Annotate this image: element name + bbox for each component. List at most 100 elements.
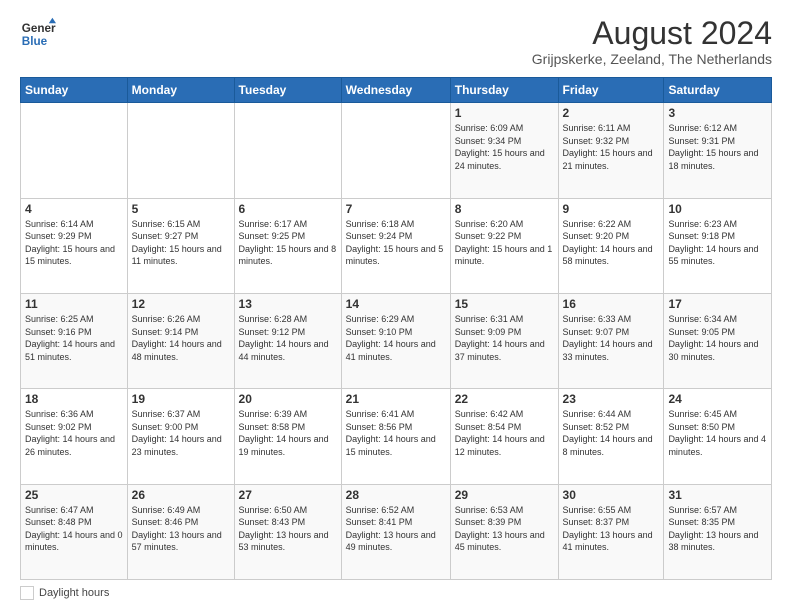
cell-day-number: 9 bbox=[563, 202, 660, 216]
calendar-cell: 11 Sunrise: 6:25 AMSunset: 9:16 PMDayligh… bbox=[21, 293, 128, 388]
cell-info-text: Sunrise: 6:47 AMSunset: 8:48 PMDaylight:… bbox=[25, 504, 123, 554]
cell-day-number: 15 bbox=[455, 297, 554, 311]
calendar-cell: 10 Sunrise: 6:23 AMSunset: 9:18 PMDayligh… bbox=[664, 198, 772, 293]
cell-day-number: 2 bbox=[563, 106, 660, 120]
legend-daylight: Daylight hours bbox=[20, 586, 109, 600]
calendar-cell: 12 Sunrise: 6:26 AMSunset: 9:14 PMDayligh… bbox=[127, 293, 234, 388]
cell-info-text: Sunrise: 6:15 AMSunset: 9:27 PMDaylight:… bbox=[132, 218, 230, 268]
calendar-cell: 28 Sunrise: 6:52 AMSunset: 8:41 PMDayligh… bbox=[341, 484, 450, 579]
calendar-cell: 2Sunrise: 6:11 AMSunset: 9:32 PMDaylight… bbox=[558, 103, 664, 198]
cell-day-number: 16 bbox=[563, 297, 660, 311]
calendar-week-row: 4Sunrise: 6:14 AMSunset: 9:29 PMDaylight… bbox=[21, 198, 772, 293]
cell-info-text: Sunrise: 6:25 AMSunset: 9:16 PMDaylight:… bbox=[25, 313, 123, 363]
cell-info-text: Sunrise: 6:18 AMSunset: 9:24 PMDaylight:… bbox=[346, 218, 446, 268]
cell-day-number: 25 bbox=[25, 488, 123, 502]
cell-day-number: 7 bbox=[346, 202, 446, 216]
cell-info-text: Sunrise: 6:26 AMSunset: 9:14 PMDaylight:… bbox=[132, 313, 230, 363]
cell-info-text: Sunrise: 6:34 AMSunset: 9:05 PMDaylight:… bbox=[668, 313, 767, 363]
cell-day-number: 4 bbox=[25, 202, 123, 216]
weekday-header-wednesday: Wednesday bbox=[341, 78, 450, 103]
cell-info-text: Sunrise: 6:49 AMSunset: 8:46 PMDaylight:… bbox=[132, 504, 230, 554]
legend-daylight-label: Daylight hours bbox=[39, 587, 109, 599]
cell-day-number: 26 bbox=[132, 488, 230, 502]
cell-day-number: 14 bbox=[346, 297, 446, 311]
svg-text:Blue: Blue bbox=[22, 35, 48, 48]
cell-day-number: 19 bbox=[132, 392, 230, 406]
cell-day-number: 17 bbox=[668, 297, 767, 311]
title-block: August 2024 Grijpskerke, Zeeland, The Ne… bbox=[532, 16, 772, 67]
cell-info-text: Sunrise: 6:33 AMSunset: 9:07 PMDaylight:… bbox=[563, 313, 660, 363]
weekday-header-tuesday: Tuesday bbox=[234, 78, 341, 103]
legend-color-daylight bbox=[20, 586, 34, 600]
calendar-cell: 29Sunrise: 6:53 AMSunset: 8:39 PMDayligh… bbox=[450, 484, 558, 579]
cell-day-number: 20 bbox=[239, 392, 337, 406]
cell-info-text: Sunrise: 6:42 AMSunset: 8:54 PMDaylight:… bbox=[455, 408, 554, 458]
calendar-cell: 15Sunrise: 6:31 AMSunset: 9:09 PMDayligh… bbox=[450, 293, 558, 388]
cell-info-text: Sunrise: 6:50 AMSunset: 8:43 PMDaylight:… bbox=[239, 504, 337, 554]
cell-day-number: 29 bbox=[455, 488, 554, 502]
cell-day-number: 24 bbox=[668, 392, 767, 406]
page: General Blue August 2024 Grijpskerke, Ze… bbox=[0, 0, 792, 612]
calendar-cell: 19 Sunrise: 6:37 AMSunset: 9:00 PMDayligh… bbox=[127, 389, 234, 484]
cell-info-text: Sunrise: 6:41 AMSunset: 8:56 PMDaylight:… bbox=[346, 408, 446, 458]
cell-info-text: Sunrise: 6:12 AMSunset: 9:31 PMDaylight:… bbox=[668, 122, 767, 172]
calendar-cell: 9 Sunrise: 6:22 AMSunset: 9:20 PMDaylight… bbox=[558, 198, 664, 293]
subtitle: Grijpskerke, Zeeland, The Netherlands bbox=[532, 51, 772, 67]
cell-info-text: Sunrise: 6:45 AMSunset: 8:50 PMDaylight:… bbox=[668, 408, 767, 458]
cell-day-number: 18 bbox=[25, 392, 123, 406]
cell-day-number: 22 bbox=[455, 392, 554, 406]
cell-day-number: 28 bbox=[346, 488, 446, 502]
weekday-header-monday: Monday bbox=[127, 78, 234, 103]
logo: General Blue bbox=[20, 16, 56, 52]
calendar-week-row: 18 Sunrise: 6:36 AMSunset: 9:02 PMDayligh… bbox=[21, 389, 772, 484]
calendar-table: SundayMondayTuesdayWednesdayThursdayFrid… bbox=[20, 77, 772, 580]
header: General Blue August 2024 Grijpskerke, Ze… bbox=[20, 16, 772, 67]
cell-info-text: Sunrise: 6:29 AMSunset: 9:10 PMDaylight:… bbox=[346, 313, 446, 363]
calendar-cell: 18 Sunrise: 6:36 AMSunset: 9:02 PMDayligh… bbox=[21, 389, 128, 484]
cell-day-number: 21 bbox=[346, 392, 446, 406]
cell-info-text: Sunrise: 6:23 AMSunset: 9:18 PMDaylight:… bbox=[668, 218, 767, 268]
cell-info-text: Sunrise: 6:20 AMSunset: 9:22 PMDaylight:… bbox=[455, 218, 554, 268]
calendar-week-row: 25 Sunrise: 6:47 AMSunset: 8:48 PMDayligh… bbox=[21, 484, 772, 579]
weekday-header-friday: Friday bbox=[558, 78, 664, 103]
calendar-cell: 7 Sunrise: 6:18 AMSunset: 9:24 PMDaylight… bbox=[341, 198, 450, 293]
calendar-cell: 31 Sunrise: 6:57 AMSunset: 8:35 PMDayligh… bbox=[664, 484, 772, 579]
cell-info-text: Sunrise: 6:36 AMSunset: 9:02 PMDaylight:… bbox=[25, 408, 123, 458]
calendar-cell: 22 Sunrise: 6:42 AMSunset: 8:54 PMDayligh… bbox=[450, 389, 558, 484]
calendar-cell: 26 Sunrise: 6:49 AMSunset: 8:46 PMDayligh… bbox=[127, 484, 234, 579]
cell-day-number: 5 bbox=[132, 202, 230, 216]
calendar-cell bbox=[234, 103, 341, 198]
cell-day-number: 6 bbox=[239, 202, 337, 216]
calendar-cell: 27Sunrise: 6:50 AMSunset: 8:43 PMDayligh… bbox=[234, 484, 341, 579]
cell-info-text: Sunrise: 6:57 AMSunset: 8:35 PMDaylight:… bbox=[668, 504, 767, 554]
cell-info-text: Sunrise: 6:22 AMSunset: 9:20 PMDaylight:… bbox=[563, 218, 660, 268]
cell-day-number: 12 bbox=[132, 297, 230, 311]
calendar-cell: 3 Sunrise: 6:12 AMSunset: 9:31 PMDaylight… bbox=[664, 103, 772, 198]
logo-icon: General Blue bbox=[20, 16, 56, 52]
weekday-header-sunday: Sunday bbox=[21, 78, 128, 103]
calendar-cell: 8 Sunrise: 6:20 AMSunset: 9:22 PMDaylight… bbox=[450, 198, 558, 293]
cell-day-number: 13 bbox=[239, 297, 337, 311]
cell-info-text: Sunrise: 6:28 AMSunset: 9:12 PMDaylight:… bbox=[239, 313, 337, 363]
calendar-cell: 30 Sunrise: 6:55 AMSunset: 8:37 PMDayligh… bbox=[558, 484, 664, 579]
cell-day-number: 8 bbox=[455, 202, 554, 216]
calendar-cell: 17 Sunrise: 6:34 AMSunset: 9:05 PMDayligh… bbox=[664, 293, 772, 388]
calendar-cell: 6Sunrise: 6:17 AMSunset: 9:25 PMDaylight… bbox=[234, 198, 341, 293]
cell-info-text: Sunrise: 6:52 AMSunset: 8:41 PMDaylight:… bbox=[346, 504, 446, 554]
calendar-cell bbox=[21, 103, 128, 198]
calendar-cell bbox=[127, 103, 234, 198]
cell-info-text: Sunrise: 6:44 AMSunset: 8:52 PMDaylight:… bbox=[563, 408, 660, 458]
cell-info-text: Sunrise: 6:55 AMSunset: 8:37 PMDaylight:… bbox=[563, 504, 660, 554]
cell-day-number: 11 bbox=[25, 297, 123, 311]
calendar-week-row: 1Sunrise: 6:09 AMSunset: 9:34 PMDaylight… bbox=[21, 103, 772, 198]
cell-day-number: 30 bbox=[563, 488, 660, 502]
cell-day-number: 10 bbox=[668, 202, 767, 216]
calendar-cell: 13 Sunrise: 6:28 AMSunset: 9:12 PMDayligh… bbox=[234, 293, 341, 388]
cell-day-number: 3 bbox=[668, 106, 767, 120]
footer-bar: Daylight hours bbox=[20, 586, 772, 600]
cell-info-text: Sunrise: 6:37 AMSunset: 9:00 PMDaylight:… bbox=[132, 408, 230, 458]
weekday-header-thursday: Thursday bbox=[450, 78, 558, 103]
calendar-cell bbox=[341, 103, 450, 198]
cell-day-number: 31 bbox=[668, 488, 767, 502]
calendar-cell: 20Sunrise: 6:39 AMSunset: 8:58 PMDayligh… bbox=[234, 389, 341, 484]
